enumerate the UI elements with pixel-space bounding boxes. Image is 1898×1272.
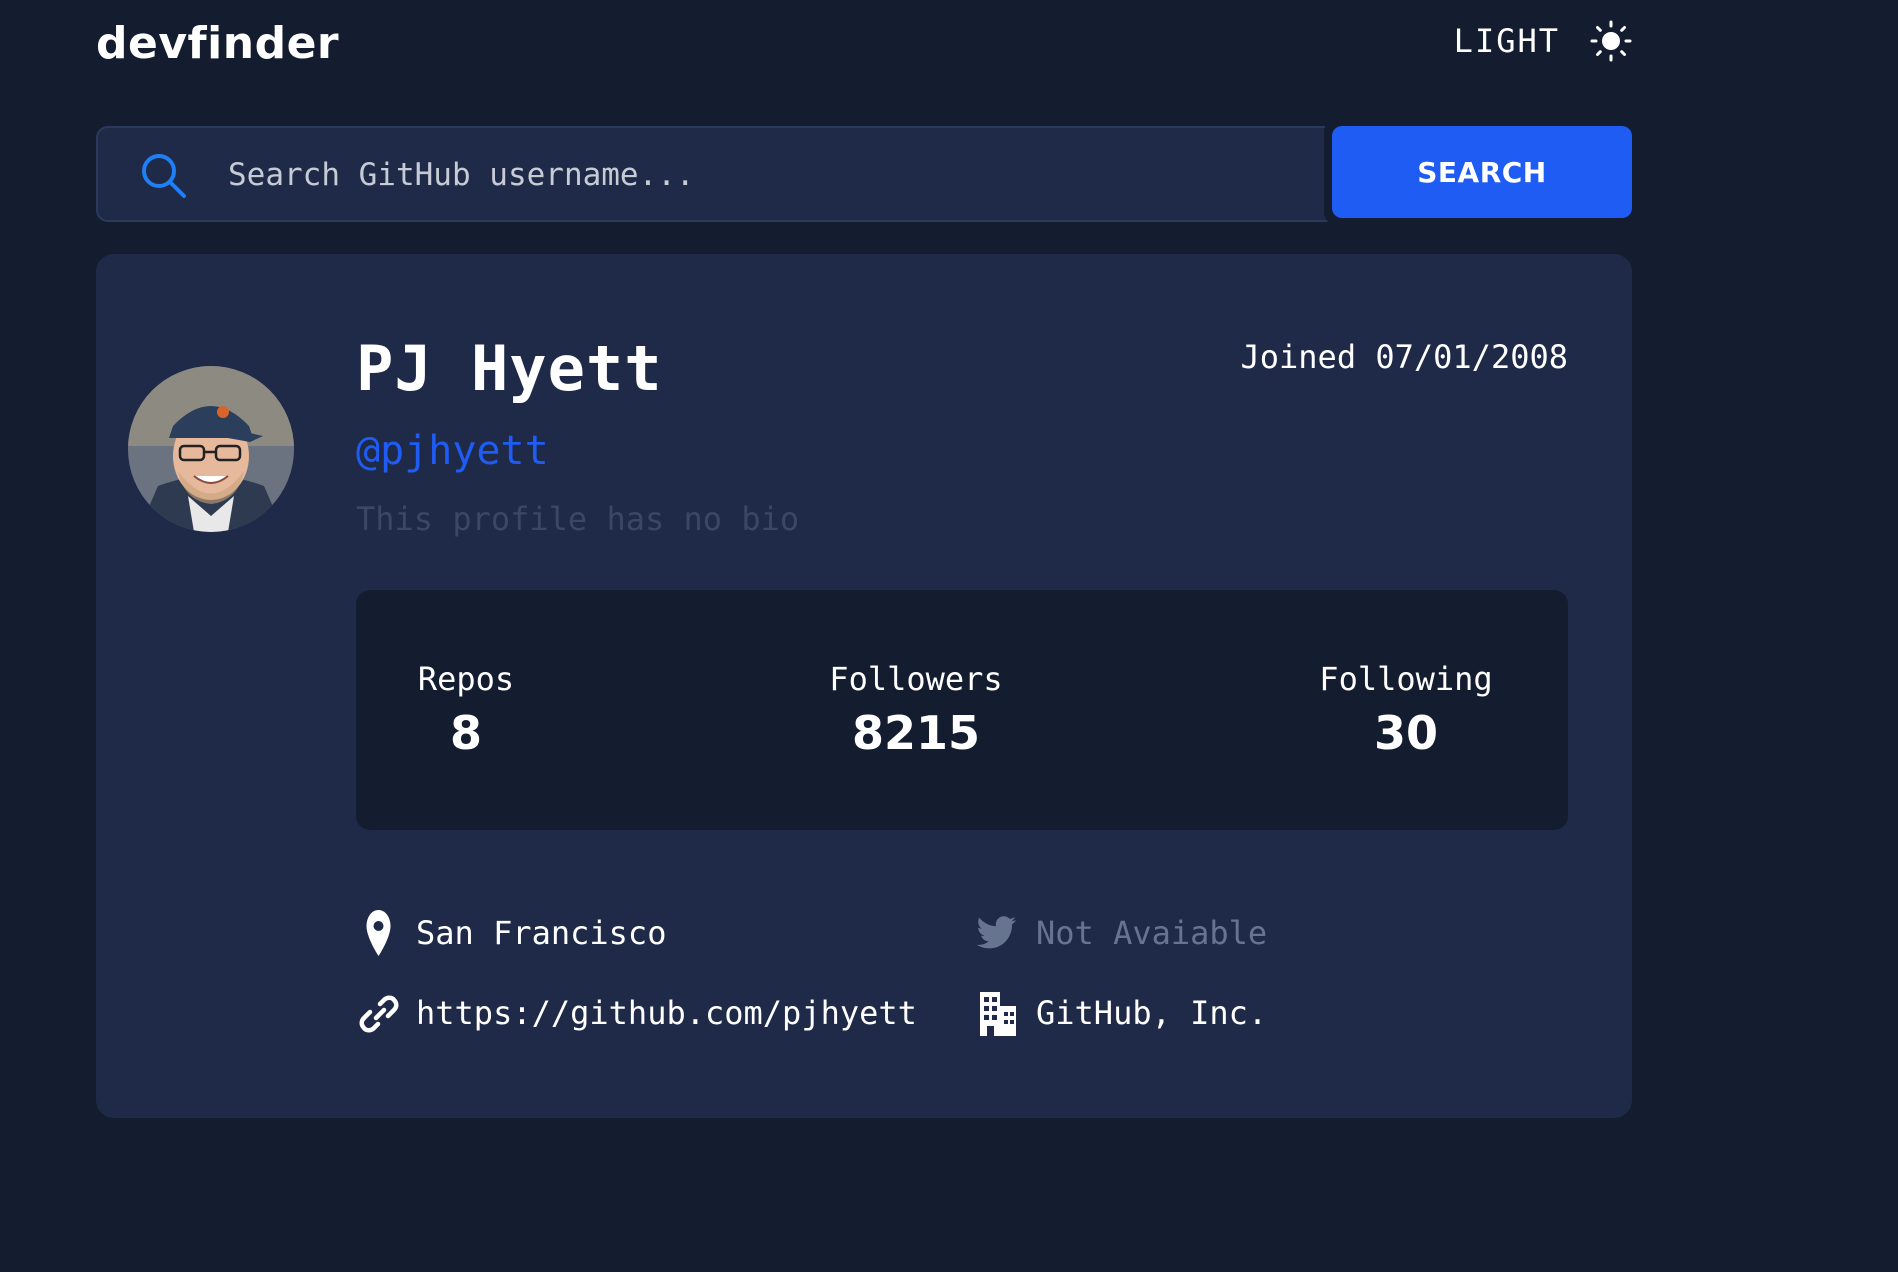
twitter-icon	[976, 916, 1016, 949]
twitter-text: Not Avaiable	[1036, 914, 1268, 952]
profile-name: PJ Hyett	[356, 332, 663, 405]
search-input[interactable]	[226, 146, 1270, 204]
stat-following: Following 30	[1306, 660, 1506, 760]
search-bar: SEARCH	[96, 118, 1640, 226]
twitter-item: Not Avaiable	[976, 908, 1267, 958]
stat-repos-value: 8	[449, 706, 482, 760]
joined-date: Joined 07/01/2008	[1240, 338, 1568, 376]
location-item: San Francisco	[356, 908, 666, 958]
app: devfinder LIGHT Search GitHub username..…	[96, 0, 1640, 1118]
theme-toggle-label[interactable]: LIGHT	[1454, 22, 1560, 60]
header: devfinder LIGHT	[96, 0, 1632, 100]
avatar	[128, 366, 294, 532]
building-icon	[980, 992, 1016, 1036]
username-link[interactable]: @pjhyett	[356, 428, 549, 474]
search-button[interactable]: SEARCH	[1324, 118, 1640, 226]
stat-followers-value: 8215	[851, 706, 981, 760]
stats-panel: Repos 8 Followers 8215 Following 30	[356, 590, 1568, 830]
search-button-label: SEARCH	[1332, 126, 1632, 218]
location-text: San Francisco	[416, 914, 667, 952]
stat-followers-label: Followers	[829, 660, 1003, 698]
company-text: GitHub, Inc.	[1036, 994, 1268, 1032]
logo: devfinder	[96, 18, 340, 69]
blog-link[interactable]: https://github.com/pjhyett	[416, 994, 917, 1032]
stat-followers: Followers 8215	[816, 660, 1016, 760]
theme-toggle[interactable]: LIGHT	[1454, 20, 1632, 62]
stat-following-label: Following	[1319, 660, 1493, 698]
company-item: GitHub, Inc.	[976, 988, 1267, 1038]
stat-following-value: 30	[1373, 706, 1438, 760]
profile-card: PJ Hyett Joined 07/01/2008 @pjhyett This…	[96, 254, 1632, 1118]
search-icon	[142, 154, 186, 198]
stat-repos-label: Repos	[417, 660, 515, 698]
profile-bio: This profile has no bio	[356, 500, 800, 538]
avatar-image	[128, 366, 294, 532]
link-icon	[359, 995, 399, 1033]
location-pin-icon	[366, 910, 391, 956]
stat-repos: Repos 8	[416, 660, 516, 760]
blog-item: https://github.com/pjhyett	[356, 988, 917, 1038]
sun-icon[interactable]	[1590, 20, 1632, 62]
